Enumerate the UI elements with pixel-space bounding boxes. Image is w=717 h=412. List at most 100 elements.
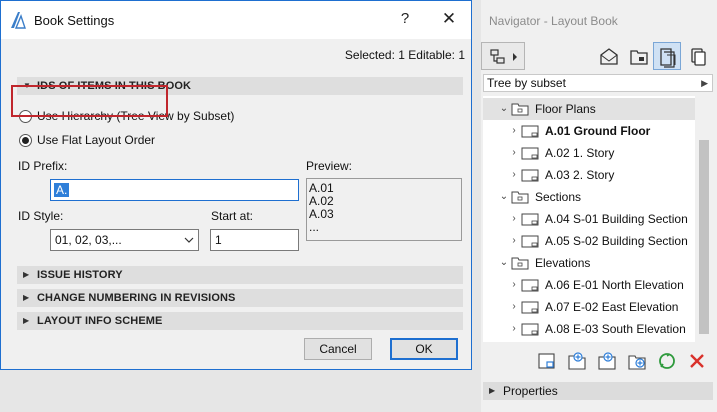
publisher-icon: [691, 48, 706, 66]
project-tree-icon: [490, 49, 517, 64]
chevron-right-icon[interactable]: ›: [509, 120, 519, 142]
navigator-panel: Navigator - Layout Book Tree by subset ▶…: [481, 0, 717, 412]
tree-item-layout[interactable]: › A.03 2. Story: [483, 164, 695, 186]
tree-mode-value: Tree by subset: [487, 76, 566, 90]
section-layout-info-scheme[interactable]: ▶ LAYOUT INFO SCHEME: [17, 312, 463, 330]
start-at-label: Start at:: [211, 209, 254, 223]
tree-item-layout[interactable]: › A.02 1. Story: [483, 142, 695, 164]
layout-sheet-icon: [521, 301, 539, 314]
tree-item-folder[interactable]: ⌄ Sections: [483, 186, 695, 208]
expand-triangle-icon: ▶: [489, 386, 496, 395]
dialog-title: Book Settings: [34, 13, 115, 28]
chevron-right-icon[interactable]: ›: [509, 274, 519, 296]
scrollbar-thumb[interactable]: [699, 140, 709, 334]
selection-status: Selected: 1 Editable: 1: [344, 48, 465, 62]
id-prefix-label: ID Prefix:: [18, 159, 68, 173]
radio-flat-label: Use Flat Layout Order: [37, 133, 156, 147]
chevron-right-icon[interactable]: ›: [509, 318, 519, 340]
layout-sheet-icon: [521, 279, 539, 292]
delete-icon[interactable]: [687, 351, 707, 371]
change-numbering-label: CHANGE NUMBERING IN REVISIONS: [37, 292, 236, 304]
expand-chevron-icon[interactable]: ⌄: [499, 252, 509, 274]
tree-item-label: A.04 S-01 Building Section: [545, 212, 688, 226]
tree-item-layout[interactable]: › A.01 Ground Floor: [483, 120, 695, 142]
tree-item-label: A.02 1. Story: [545, 146, 615, 160]
help-button[interactable]: ?: [395, 10, 415, 32]
expand-triangle-icon: ▶: [23, 316, 30, 325]
layout-book-icon: [660, 48, 676, 68]
flat-order-highlight: [11, 85, 168, 117]
navigator-title: Navigator - Layout Book: [489, 14, 618, 28]
refresh-icon[interactable]: [657, 351, 677, 371]
tree-item-label: A.06 E-01 North Elevation: [545, 278, 684, 292]
properties-label: Properties: [503, 384, 558, 398]
tree-item-label: A.01 Ground Floor: [545, 124, 651, 138]
tree-item-label: A.05 S-02 Building Section: [545, 234, 688, 248]
chevron-right-icon[interactable]: ›: [509, 208, 519, 230]
tree-mode-combo[interactable]: Tree by subset ▶: [483, 74, 713, 92]
book-settings-dialog: Book Settings ? ✕ Selected: 1 Editable: …: [0, 0, 472, 370]
chevron-right-icon[interactable]: ›: [509, 164, 519, 186]
layout-sheet-icon: [521, 235, 539, 248]
navigator-map-switch-button[interactable]: [481, 42, 525, 70]
tree-item-layout[interactable]: › A.05 S-02 Building Section: [483, 230, 695, 252]
layout-tree: ⌄ Floor Plans › A.01 Ground Floor › A.02…: [483, 96, 695, 342]
preview-box: A.01 A.02 A.03 ...: [306, 178, 462, 241]
layout-info-label: LAYOUT INFO SCHEME: [37, 315, 163, 327]
issue-history-label: ISSUE HISTORY: [37, 269, 123, 281]
chevron-right-icon[interactable]: ›: [509, 142, 519, 164]
preview-line: A.03: [309, 207, 334, 221]
layout-sheet-icon: [521, 169, 539, 182]
start-at-value: 1: [215, 233, 222, 247]
tree-scrollbar[interactable]: [695, 96, 713, 342]
expand-chevron-icon[interactable]: ⌄: [499, 98, 509, 120]
tree-item-folder[interactable]: ⌄ Elevations: [483, 252, 695, 274]
new-folder-icon[interactable]: [627, 351, 647, 371]
expand-triangle-icon: ▶: [23, 270, 30, 279]
tree-item-layout[interactable]: › A.06 E-01 North Elevation: [483, 274, 695, 296]
new-layout-icon[interactable]: [537, 351, 557, 371]
chevron-down-icon: [184, 237, 194, 243]
tree-item-layout[interactable]: › A.08 E-03 South Elevation: [483, 318, 695, 340]
publisher-sets-button[interactable]: [683, 42, 711, 70]
cancel-button[interactable]: Cancel: [304, 338, 372, 360]
chevron-right-icon: ▶: [701, 78, 708, 88]
subset-folder-icon: [511, 103, 529, 116]
dialog-titlebar[interactable]: Book Settings ? ✕: [1, 1, 471, 39]
tree-item-label: A.03 2. Story: [545, 168, 615, 182]
tree-item-layout[interactable]: › A.04 S-01 Building Section: [483, 208, 695, 230]
section-issue-history[interactable]: ▶ ISSUE HISTORY: [17, 266, 463, 284]
ok-button[interactable]: OK: [390, 338, 458, 360]
tree-item-folder[interactable]: ⌄ Floor Plans: [483, 98, 695, 120]
tree-item-layout[interactable]: › A.07 E-02 East Elevation: [483, 296, 695, 318]
archicad-logo-icon: [11, 12, 26, 29]
close-button[interactable]: ✕: [437, 9, 461, 33]
layout-sheet-icon: [521, 323, 539, 336]
expand-triangle-icon: ▶: [23, 293, 30, 302]
tree-item-label: Sections: [535, 190, 582, 204]
properties-panel-header[interactable]: ▶ Properties: [483, 382, 713, 400]
project-map-button[interactable]: [594, 42, 622, 70]
tree-item-label: A.08 E-03 South Elevation: [545, 322, 686, 336]
layout-book-button[interactable]: [653, 42, 681, 70]
view-map-button[interactable]: [624, 42, 652, 70]
preview-label: Preview:: [306, 159, 353, 173]
start-at-input[interactable]: 1: [210, 229, 299, 251]
house-icon: [600, 48, 618, 65]
layout-sheet-icon: [521, 147, 539, 160]
radio-use-flat-layout-order[interactable]: Use Flat Layout Order: [19, 131, 155, 149]
navigator-toolbar: [481, 38, 717, 74]
tree-item-label: Floor Plans: [535, 102, 596, 116]
id-prefix-input[interactable]: A.: [50, 179, 299, 201]
subset-folder-icon: [511, 191, 529, 204]
id-style-dropdown[interactable]: 01, 02, 03,...: [50, 229, 199, 251]
new-master-layout-icon[interactable]: [597, 351, 617, 371]
tree-item-label: Elevations: [535, 256, 591, 270]
chevron-right-icon[interactable]: ›: [509, 230, 519, 252]
new-subset-icon[interactable]: [567, 351, 587, 371]
id-style-value: 01, 02, 03,...: [55, 233, 122, 247]
expand-chevron-icon[interactable]: ⌄: [499, 186, 509, 208]
chevron-right-icon[interactable]: ›: [509, 296, 519, 318]
section-change-numbering[interactable]: ▶ CHANGE NUMBERING IN REVISIONS: [17, 289, 463, 307]
radio-flat-circle[interactable]: [19, 133, 32, 147]
